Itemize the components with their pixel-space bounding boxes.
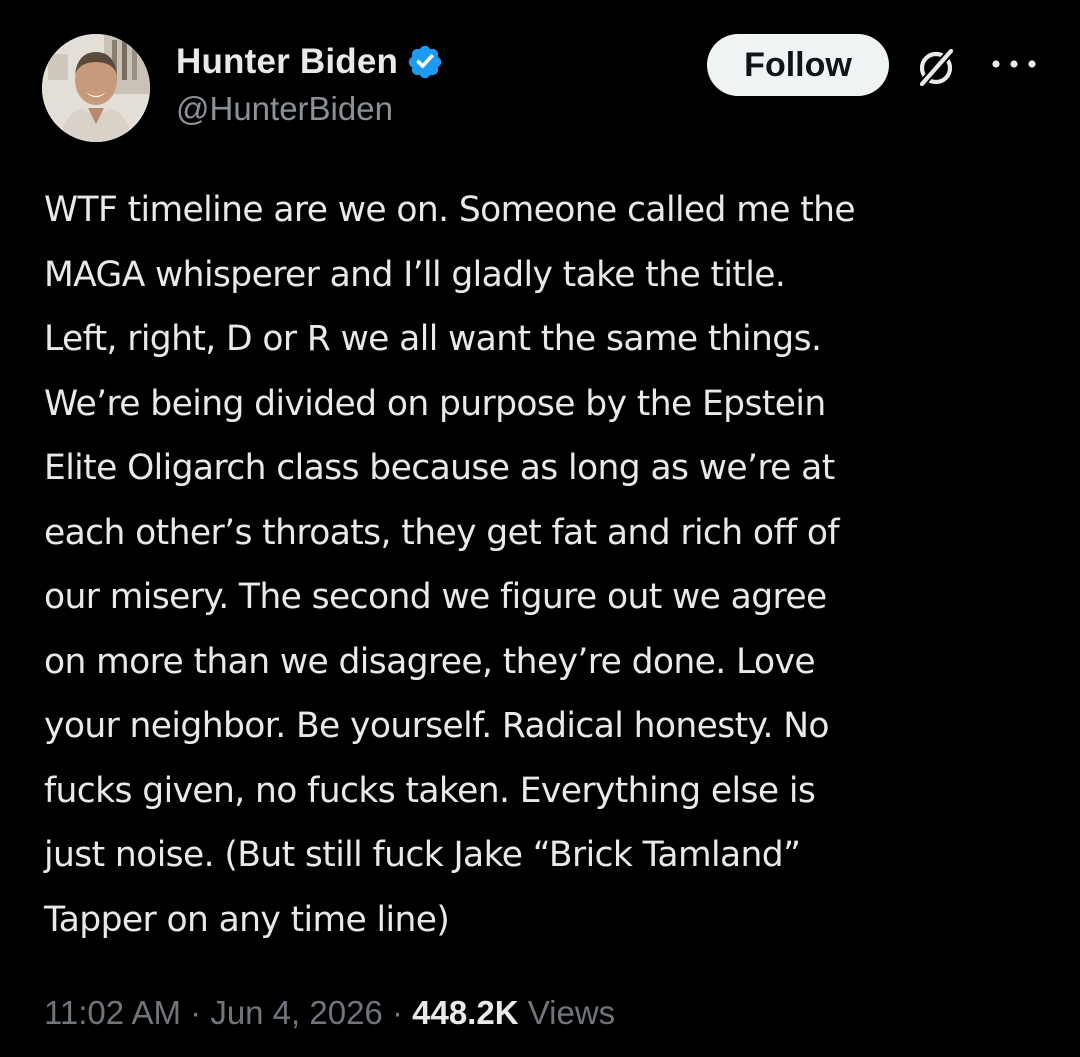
tweet-text-line: each other’s throats, they get fat and r… [44,512,840,553]
tweet-text-line: We’re being divided on purpose by the Ep… [44,383,826,424]
display-name-row: Hunter Biden [176,40,444,84]
verified-badge-icon[interactable] [406,43,444,81]
tweet-header: Hunter Biden @HunterBiden Follow [42,30,1040,142]
tweet-text-line: WTF timeline are we on. Someone called m… [44,190,856,230]
profile-photo-icon [42,34,150,142]
views-label: Views [518,994,616,1031]
tweet-time[interactable]: 11:02 AM [44,994,181,1031]
tweet-text: WTF timeline are we on. Someone called m… [44,178,1054,952]
meta-separator: · [180,994,211,1031]
tweet-meta: 11:02 AM · Jun 4, 2026 · 448.2K Views [44,994,615,1032]
tweet-date[interactable]: Jun 4, 2026 [210,994,382,1031]
grok-icon[interactable] [914,46,958,90]
views-count[interactable]: 448.2K [412,994,518,1031]
tweet-text-line: MAGA whisperer and I’ll gladly take the … [44,254,786,295]
tweet-text-line: your neighbor. Be yourself. Radical hone… [44,706,830,746]
tweet-text-line: our misery. The second we figure out we … [44,577,827,617]
tweet-text-line: fucks given, no fucks taken. Everything … [44,770,816,811]
tweet-text-line: Tapper on any time line) [44,899,450,940]
meta-separator: · [382,994,413,1031]
avatar[interactable] [42,34,150,142]
more-horizontal-icon[interactable] [986,52,1042,76]
author-names: Hunter Biden @HunterBiden [176,40,444,128]
handle[interactable]: @HunterBiden [176,90,444,128]
tweet-text-line: on more than we disagree, they’re done. … [44,641,816,682]
display-name[interactable]: Hunter Biden [176,42,398,82]
tweet-text-line: just noise. (But still fuck Jake “Brick … [44,835,801,875]
follow-button[interactable]: Follow [707,34,889,96]
tweet-text-line: Elite Oligarch class because as long as … [44,448,835,488]
tweet-text-line: Left, right, D or R we all want the same… [44,319,822,359]
